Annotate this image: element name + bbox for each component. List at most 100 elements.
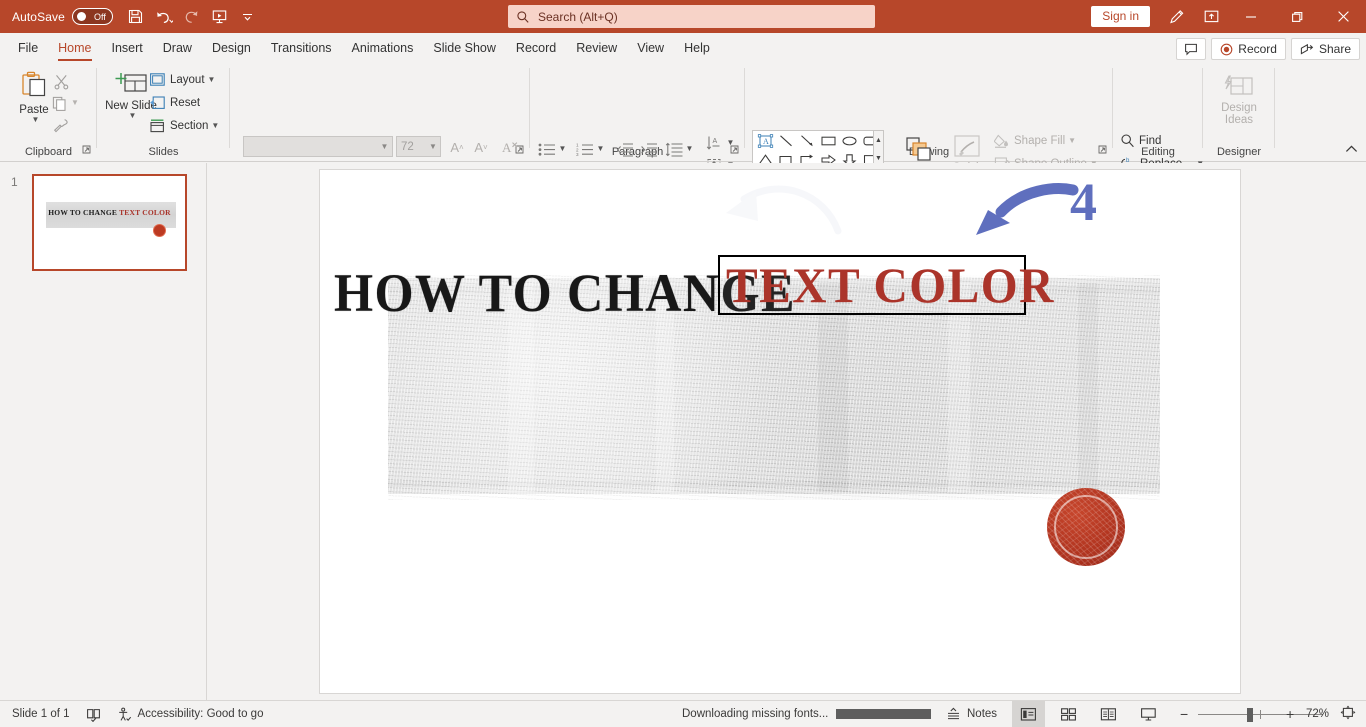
ribbon-right-actions: Record Share	[1176, 38, 1360, 60]
new-slide-chevron-down-icon[interactable]: ▼	[129, 112, 137, 120]
text-direction-chevron-down-icon[interactable]: ▼	[727, 139, 735, 147]
accessibility-icon	[118, 707, 131, 721]
format-painter-button[interactable]	[50, 115, 72, 135]
download-status-label: Downloading missing fonts...	[682, 708, 829, 720]
oval-shape-icon[interactable]	[839, 132, 860, 150]
line-spacing-chevron-down-icon[interactable]: ▼	[686, 145, 694, 153]
powerpoint-window: AutoSave Off Presentation1 - Po	[0, 0, 1366, 727]
shape-fill-chevron-down-icon[interactable]: ▼	[1068, 136, 1076, 145]
numbering-button[interactable]: 123 ▼	[575, 138, 605, 160]
zoom-slider-center-tick	[1260, 709, 1261, 719]
zoom-slider[interactable]	[1198, 701, 1323, 727]
sign-in-button[interactable]: Sign in	[1091, 6, 1150, 27]
line-spacing-button[interactable]: ▼	[664, 138, 694, 160]
grow-font-icon[interactable]: A ˄	[446, 136, 468, 158]
tab-home[interactable]: Home	[48, 35, 101, 62]
zoom-out-button[interactable]: −	[1180, 706, 1188, 722]
drawing-dialog-launcher-icon[interactable]	[1098, 143, 1107, 157]
clipboard-dialog-launcher-icon[interactable]	[82, 143, 91, 157]
zoom-level-label[interactable]: 72%	[1306, 708, 1329, 720]
shape-fill-label: Shape Fill	[1014, 134, 1066, 147]
autosave-toggle[interactable]: Off	[71, 8, 113, 25]
font-size-chevron-down-icon[interactable]: ▼	[426, 142, 440, 151]
language-proofing-button[interactable]	[78, 701, 109, 727]
view-normal-button[interactable]	[1012, 700, 1045, 727]
search-input[interactable]: Search (Alt+Q)	[508, 5, 875, 28]
decrease-indent-button[interactable]	[614, 138, 636, 160]
copy-chevron-down-icon[interactable]: ▼	[71, 99, 79, 107]
record-label: Record	[1238, 42, 1277, 56]
view-reading-button[interactable]	[1092, 701, 1125, 727]
slide-thumbnail-1[interactable]: HOW TO CHANGE TEXT COLOR	[32, 174, 187, 271]
reset-button[interactable]: Reset	[149, 95, 200, 111]
tab-design[interactable]: Design	[202, 35, 261, 62]
customize-quick-access-toolbar-icon[interactable]	[235, 5, 261, 29]
status-bar: Slide 1 of 1 Accessibility: Good to go D…	[0, 700, 1366, 727]
view-slide-sorter-button[interactable]	[1052, 701, 1085, 727]
find-button[interactable]: Find	[1120, 133, 1161, 148]
layout-chevron-down-icon[interactable]: ▼	[208, 76, 216, 84]
increase-indent-icon	[641, 142, 657, 157]
design-ideas-button[interactable]: Design Ideas	[1213, 74, 1265, 126]
zoom-in-button[interactable]: +	[1286, 706, 1294, 722]
clear-formatting-icon[interactable]: A	[500, 136, 522, 158]
accessibility-status[interactable]: Accessibility: Good to go	[109, 701, 272, 727]
tab-view[interactable]: View	[627, 35, 674, 62]
tab-help[interactable]: Help	[674, 35, 720, 62]
shape-fill-button[interactable]: Shape Fill ▼	[994, 133, 1076, 148]
font-name-chevron-down-icon[interactable]: ▼	[377, 142, 392, 151]
text-direction-button[interactable]: A ▼	[704, 132, 736, 154]
ink-pen-icon[interactable]	[1160, 0, 1194, 33]
notes-icon	[948, 707, 959, 720]
section-button[interactable]: Section ▼	[149, 118, 219, 134]
tab-insert[interactable]: Insert	[102, 35, 153, 62]
fit-slide-to-window-button[interactable]	[1340, 705, 1356, 723]
rectangle-shape-icon[interactable]	[818, 132, 839, 150]
tab-file[interactable]: File	[8, 35, 48, 62]
save-icon[interactable]	[123, 5, 149, 29]
text-box-shape-icon[interactable]: A	[755, 132, 776, 150]
minimize-icon[interactable]	[1228, 0, 1274, 33]
arrow-shape-icon[interactable]	[797, 132, 818, 150]
font-size-input[interactable]: 72 ▼	[396, 136, 441, 157]
tab-animations[interactable]: Animations	[342, 35, 424, 62]
gallery-scroll-up-icon[interactable]: ▲	[874, 131, 883, 149]
tab-transitions[interactable]: Transitions	[261, 35, 342, 62]
thumbnail-title-black: HOW TO CHANGE	[48, 208, 118, 217]
slide-canvas[interactable]: HOW TO CHANGE 4 TEXT COLOR	[320, 170, 1240, 693]
cut-button[interactable]	[50, 71, 72, 91]
slide-counter[interactable]: Slide 1 of 1	[4, 701, 78, 727]
share-button[interactable]: Share	[1290, 38, 1360, 60]
increase-indent-button[interactable]	[638, 138, 660, 160]
tab-review[interactable]: Review	[566, 35, 627, 62]
tab-record[interactable]: Record	[506, 35, 566, 62]
layout-button[interactable]: Layout ▼	[149, 72, 215, 88]
autosave-control[interactable]: AutoSave Off	[12, 8, 113, 25]
paste-chevron-down-icon[interactable]: ▼	[32, 116, 40, 124]
close-icon[interactable]	[1320, 0, 1366, 33]
undo-icon[interactable]	[151, 5, 177, 29]
ribbon-display-options-icon[interactable]	[1194, 0, 1228, 33]
view-slide-show-button[interactable]	[1132, 701, 1165, 727]
line-shape-icon[interactable]	[776, 132, 797, 150]
tab-draw[interactable]: Draw	[153, 35, 202, 62]
copy-button[interactable]: ▼	[50, 93, 80, 113]
notes-button[interactable]: Notes	[938, 701, 1005, 727]
font-name-input[interactable]: ▼	[243, 136, 393, 157]
numbering-chevron-down-icon[interactable]: ▼	[597, 145, 605, 153]
start-presentation-icon[interactable]	[207, 5, 233, 29]
slide-title-red[interactable]: TEXT COLOR	[726, 258, 1055, 312]
bullets-chevron-down-icon[interactable]: ▼	[559, 145, 567, 153]
shrink-font-icon[interactable]: A ˅	[470, 136, 492, 158]
restore-icon[interactable]	[1274, 0, 1320, 33]
comments-button[interactable]	[1176, 38, 1207, 60]
line-spacing-icon	[665, 142, 683, 157]
section-chevron-down-icon[interactable]: ▼	[211, 122, 219, 130]
bullets-button[interactable]: ▼	[537, 138, 567, 160]
zoom-slider-thumb[interactable]	[1247, 707, 1253, 722]
tab-slide-show[interactable]: Slide Show	[423, 35, 506, 62]
curved-arrow-annotation-icon	[970, 182, 1080, 250]
record-button[interactable]: Record	[1211, 38, 1286, 60]
redo-icon[interactable]	[179, 5, 205, 29]
collapse-ribbon-icon[interactable]	[1345, 143, 1358, 157]
